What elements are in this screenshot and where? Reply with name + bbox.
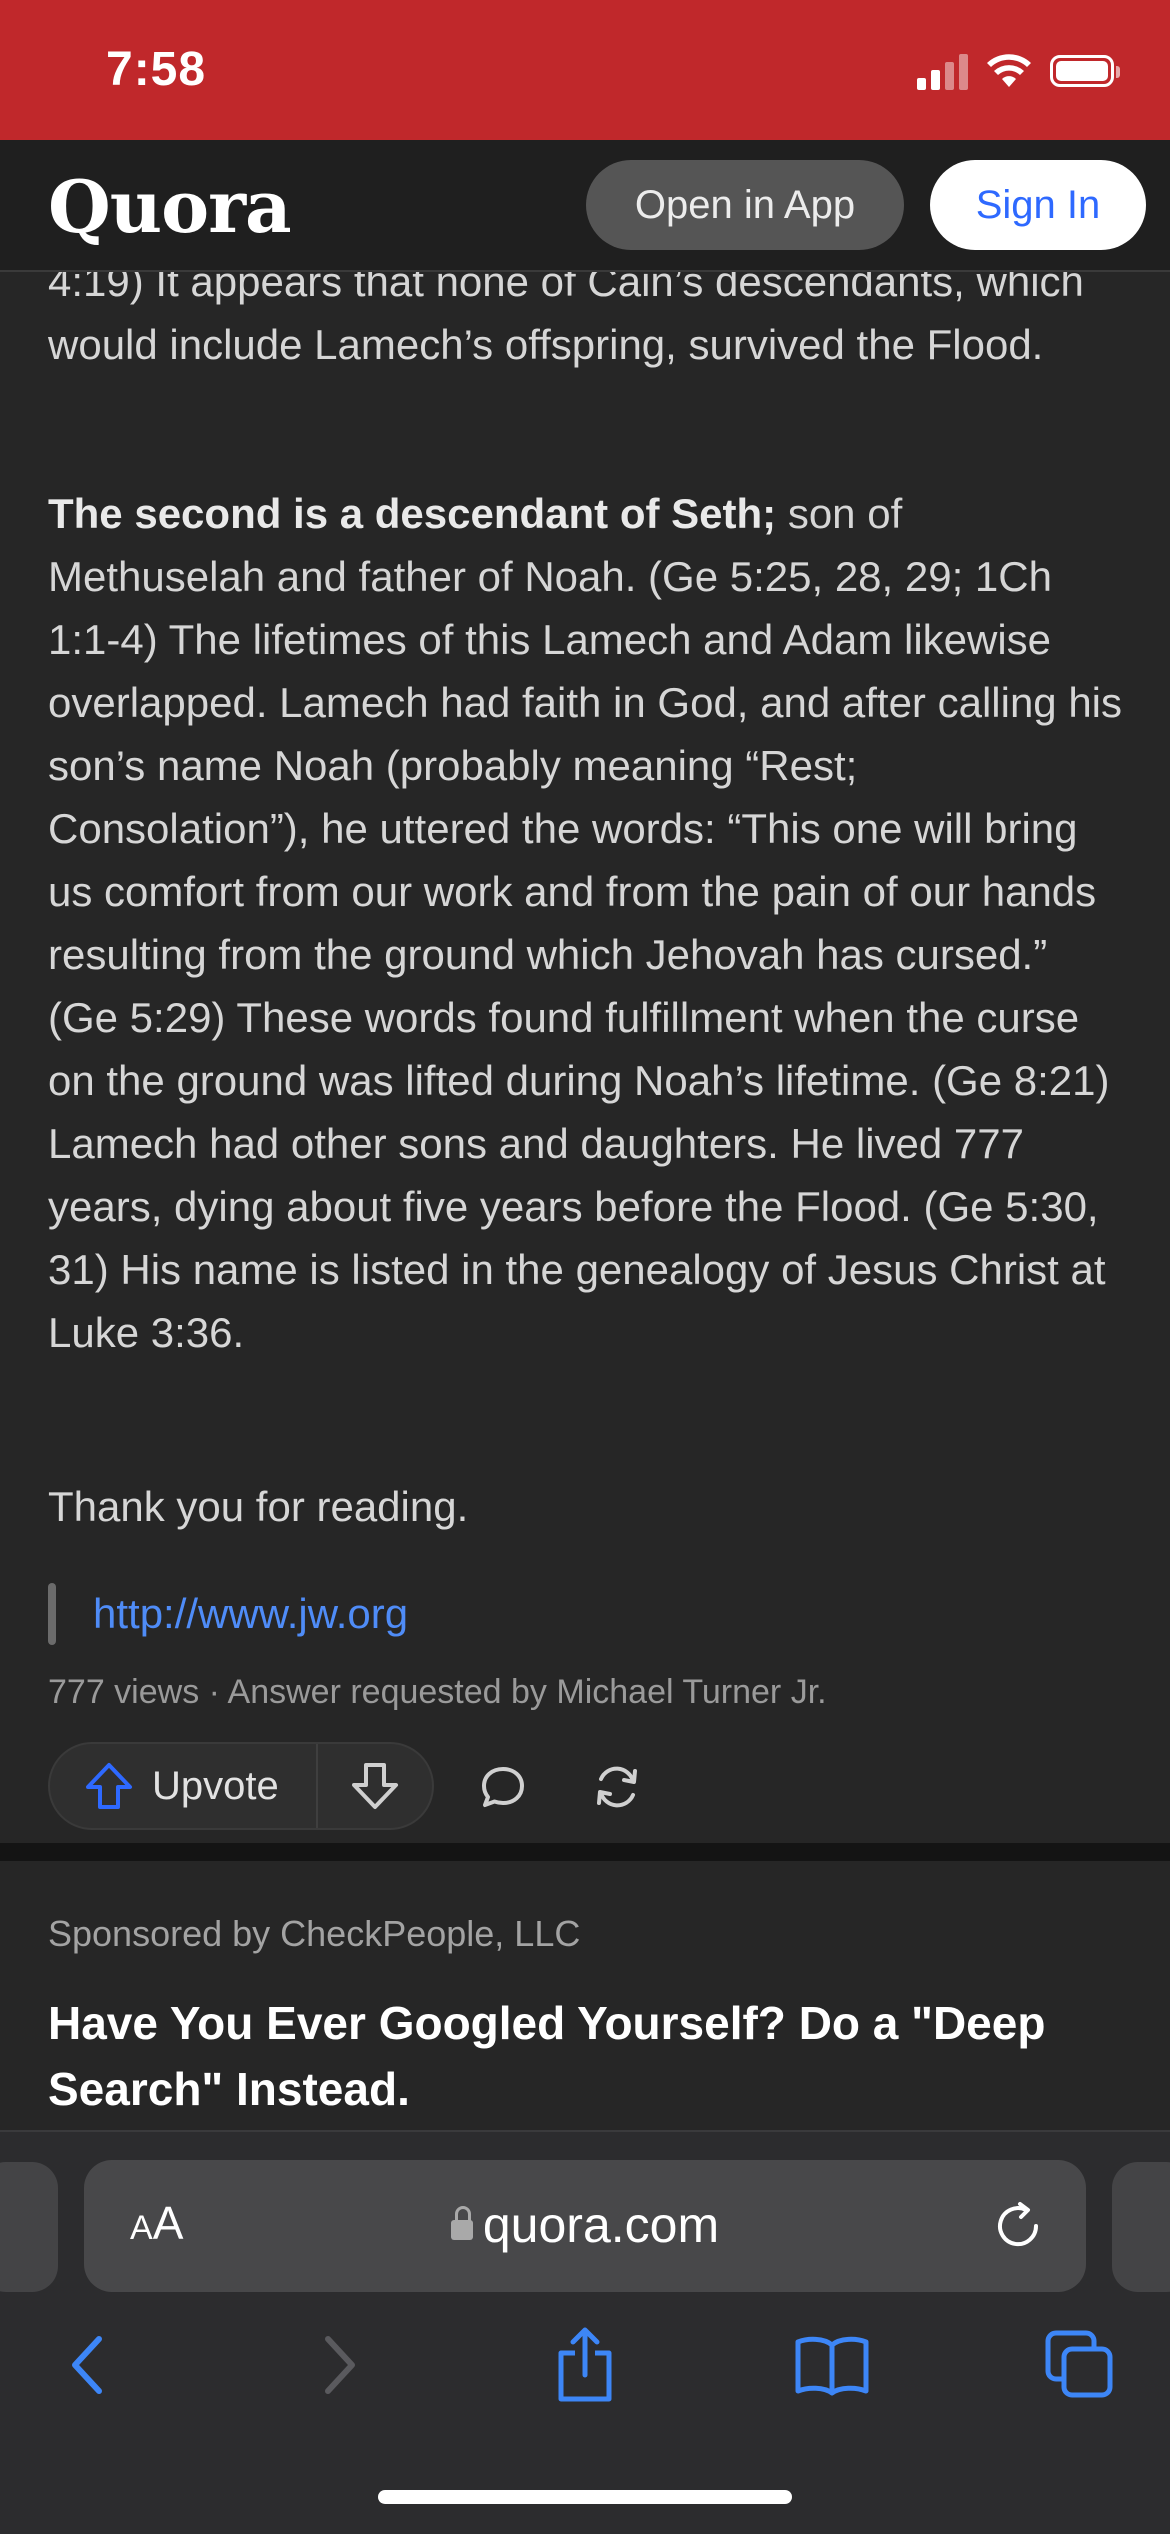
home-indicator	[378, 2490, 792, 2504]
status-icons	[917, 52, 1120, 90]
comment-button[interactable]	[476, 1760, 530, 1814]
sponsored-title[interactable]: Have You Ever Googled Yourself? Do a "De…	[48, 1990, 1128, 2122]
answer-paragraph-3: Thank you for reading.	[48, 1483, 469, 1530]
upvote-label: Upvote	[152, 1763, 279, 1808]
section-divider	[0, 1843, 1170, 1861]
source-link[interactable]: http://www.jw.org	[93, 1583, 408, 1645]
upvote-button[interactable]: Upvote	[50, 1744, 318, 1828]
sponsored-label: Sponsored by CheckPeople, LLC	[48, 1913, 581, 1954]
url-text: quora.com	[482, 2197, 720, 2253]
quora-header: Quora Open in App Sign In	[0, 140, 1170, 272]
answer-paragraph-2-bold: The second is a descendant of Seth;	[48, 490, 777, 537]
vote-pill: Upvote	[48, 1742, 434, 1830]
status-time: 7:58	[106, 43, 207, 96]
answer-paragraph-2-text: son of Methuselah and father of Noah. (G…	[48, 490, 1123, 1356]
battery-icon	[1050, 55, 1120, 87]
status-bar: 7:58	[0, 0, 1170, 140]
sign-in-button[interactable]: Sign In	[930, 160, 1146, 250]
address-bar[interactable]: AA quora.com	[84, 2160, 1086, 2292]
url-display: quora.com	[84, 2196, 1086, 2254]
next-tab-preview[interactable]	[1112, 2162, 1170, 2292]
share-reload-button[interactable]	[590, 1760, 644, 1814]
wifi-icon	[987, 54, 1031, 87]
downvote-button[interactable]	[318, 1761, 432, 1811]
forward-chevron-icon	[325, 2336, 355, 2394]
back-button[interactable]	[47, 2325, 127, 2405]
lock-icon	[450, 2206, 473, 2240]
comment-icon	[482, 1767, 524, 1807]
share-button[interactable]	[545, 2325, 625, 2405]
upvote-arrow-icon	[86, 1763, 132, 1809]
answer-paragraph-2: The second is a descendant of Seth; son …	[48, 482, 1128, 1364]
reload-icon[interactable]	[990, 2198, 1046, 2254]
answer-meta: 777 views · Answer requested by Michael …	[48, 1673, 827, 1711]
downvote-arrow-icon	[352, 1763, 398, 1809]
tabs-icon	[1045, 2330, 1113, 2398]
cellular-signal-icon	[917, 52, 968, 90]
quote-bar	[48, 1583, 56, 1645]
share-icon	[558, 2327, 612, 2402]
back-chevron-icon	[72, 2336, 102, 2394]
bookmarks-button[interactable]	[792, 2325, 872, 2405]
open-in-app-button[interactable]: Open in App	[586, 160, 904, 250]
forward-button[interactable]	[300, 2325, 380, 2405]
bookmarks-book-icon	[795, 2336, 869, 2396]
tabs-button[interactable]	[1040, 2325, 1120, 2405]
reshare-icon	[597, 1766, 637, 1808]
quora-logo[interactable]: Quora	[48, 164, 292, 249]
previous-tab-preview[interactable]	[0, 2162, 58, 2292]
